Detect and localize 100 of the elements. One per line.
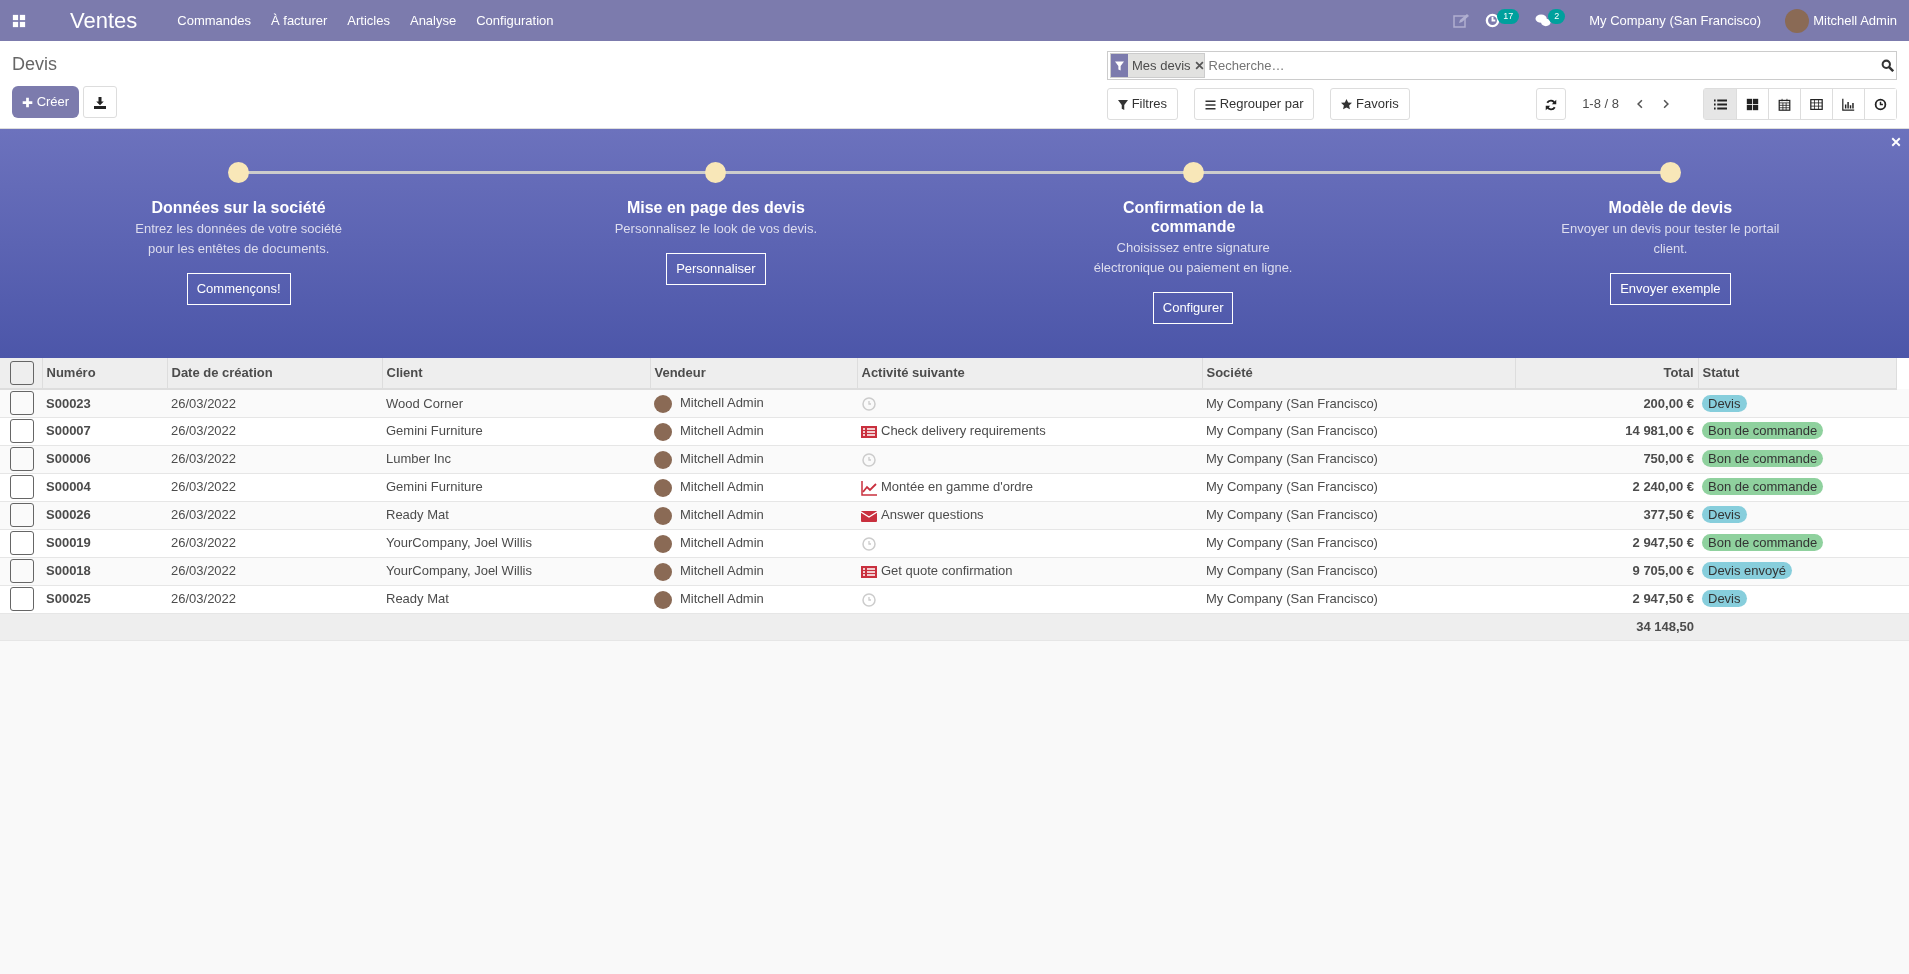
date-cell: 26/03/2022 [171,423,237,439]
menu-item[interactable]: Articles [347,10,390,31]
company-cell: My Company (San Francisco) [1206,507,1378,523]
salesperson-cell: Mitchell Admin [680,563,764,579]
company-cell: My Company (San Francisco) [1206,591,1378,607]
status-badge: Bon de commande [1702,450,1824,468]
tasks-icon[interactable] [861,423,877,440]
group-by-button[interactable]: Regrouper par [1194,88,1315,120]
previous-icon[interactable] [1635,98,1645,110]
favorites-button[interactable]: Favoris [1330,88,1410,120]
refresh-button[interactable] [1536,88,1567,120]
company-cell: My Company (San Francisco) [1206,451,1378,467]
step-button[interactable]: Envoyer exemple [1610,273,1731,305]
avatar-icon [654,590,672,609]
filter-facet[interactable]: Mes devis [1110,52,1205,79]
client-cell: Gemini Furniture [386,479,483,495]
menu-item[interactable]: Configuration [476,10,554,31]
app-name[interactable]: Ventes [70,4,138,37]
count-badge: 17 [1497,8,1520,25]
trend-chart-icon[interactable] [861,479,877,496]
view-switch-button[interactable] [1864,89,1896,119]
company-cell: My Company (San Francisco) [1206,423,1378,439]
menu-item[interactable]: À facturer [271,10,328,31]
activity-cell: Get quote confirmation [881,563,1013,579]
row-checkbox[interactable] [10,419,34,443]
step-button[interactable]: Personnaliser [666,253,766,285]
step-button[interactable]: Configurer [1152,292,1234,324]
pager-value[interactable]: 1-8 / 8 [1582,94,1619,114]
order-number: S00004 [46,479,91,495]
sum-total: 34 148,50 [1636,618,1694,634]
create-button[interactable]: Créer [12,86,80,118]
salesperson-cell: Mitchell Admin [680,451,764,467]
step-title: Confirmation de la commande [1121,198,1265,237]
clock-icon [1874,97,1887,111]
company-cell: My Company (San Francisco) [1206,535,1378,551]
column-header[interactable]: Vendeur [654,365,706,381]
next-icon[interactable] [1661,98,1671,110]
refresh-icon [1545,98,1558,111]
row-checkbox[interactable] [10,475,34,499]
download-button[interactable] [83,86,118,118]
date-cell: 26/03/2022 [171,395,237,411]
menu-item[interactable]: Commandes [177,10,251,31]
step-button[interactable]: Commençons! [186,273,291,305]
avatar-icon [654,506,672,525]
select-all-checkbox[interactable] [10,361,34,385]
salesperson-cell: Mitchell Admin [680,591,764,607]
row-checkbox[interactable] [10,391,34,416]
client-cell: YourCompany, Joel Willis [386,563,532,579]
column-header[interactable]: Total [1663,365,1694,381]
date-cell: 26/03/2022 [171,563,237,579]
column-header[interactable]: Statut [1702,365,1740,381]
row-checkbox[interactable] [10,587,34,611]
chat-icon[interactable] [1535,13,1552,28]
row-checkbox[interactable] [10,503,34,527]
order-number: S00025 [46,591,91,607]
total-cell: 9 705,00 € [1632,563,1694,579]
company-cell: My Company (San Francisco) [1206,395,1378,411]
company-switcher[interactable]: My Company (San Francisco) [1589,10,1762,31]
column-header[interactable]: Client [386,365,423,381]
plus-icon [22,97,33,109]
apps-menu-icon[interactable] [12,13,26,28]
kanban-view-icon [1746,97,1759,111]
date-cell: 26/03/2022 [171,591,237,607]
star-icon [1341,99,1353,111]
search-icon[interactable] [1881,59,1894,72]
client-cell: Ready Mat [386,507,449,523]
row-checkbox[interactable] [10,559,34,583]
step-description: Choisissez entre signature électronique ou paiement en ligne. [1092,239,1294,278]
date-cell: 26/03/2022 [171,535,237,551]
total-cell: 14 981,00 € [1625,423,1694,439]
date-cell: 26/03/2022 [171,479,237,495]
menu-item[interactable]: Analyse [409,10,457,31]
column-header[interactable]: Société [1206,365,1253,381]
salesperson-cell: Mitchell Admin [680,423,764,439]
view-switch-button[interactable] [1704,89,1736,119]
step-dot [705,162,727,183]
activity-cell: Montée en gamme d'ordre [881,479,1034,495]
total-cell: 200,00 € [1643,395,1694,411]
client-cell: YourCompany, Joel Willis [386,535,532,551]
search-bar[interactable]: Mes devis Recherche… [1107,51,1897,80]
clock-icon[interactable] [1485,13,1501,28]
order-number: S00023 [46,395,91,411]
step-description: Entrez les données de votre société pour les entêtes de documents. [134,220,343,259]
user-name[interactable]: Mitchell Admin [1813,10,1897,31]
bar-chart-icon [1842,97,1855,111]
order-number: S00018 [46,563,91,579]
filter-icon [1115,61,1124,72]
step-title: Mise en page des devis [626,198,805,218]
order-number: S00026 [46,507,91,523]
total-cell: 2 240,00 € [1632,479,1694,495]
row-checkbox[interactable] [10,531,34,555]
total-cell: 2 947,50 € [1632,535,1694,551]
page-title: Devis [12,53,58,76]
close-icon[interactable] [1194,61,1204,70]
date-cell: 26/03/2022 [171,507,237,523]
row-checkbox[interactable] [10,447,34,471]
salesperson-cell: Mitchell Admin [680,395,764,411]
column-header[interactable]: Activité suivante [861,365,965,381]
tasks-icon[interactable] [861,563,877,580]
filters-button[interactable]: Filtres [1107,88,1178,120]
